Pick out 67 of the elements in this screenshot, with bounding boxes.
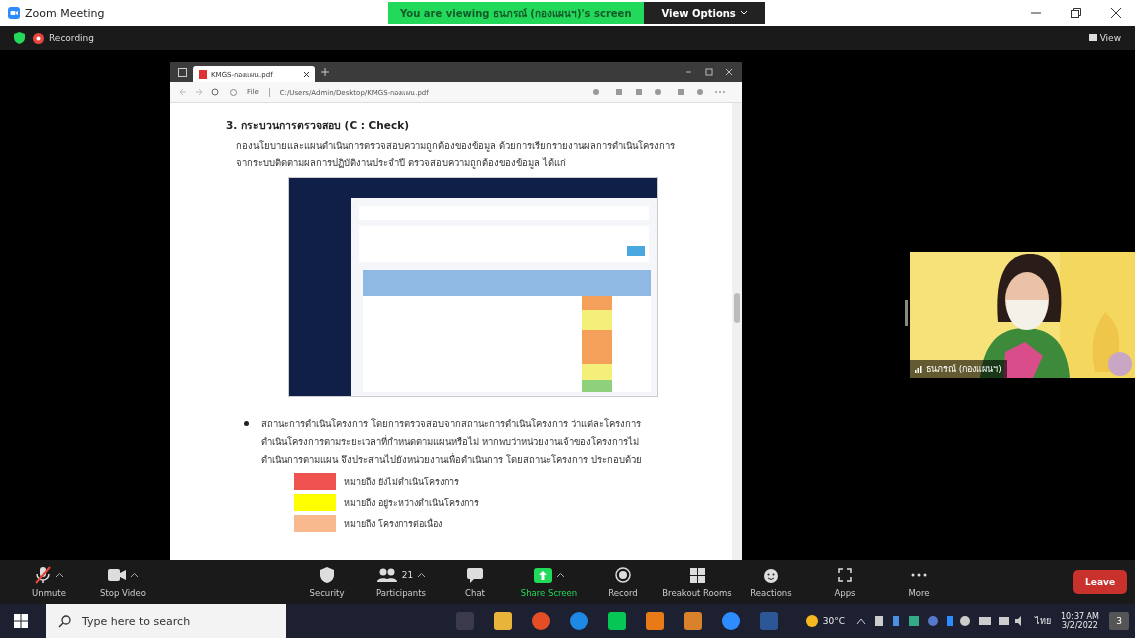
- section-heading: 3. กระบวนการตรวจสอบ (C : Check): [226, 118, 410, 133]
- shield-icon[interactable]: [14, 32, 25, 44]
- name-label-background: ธนภรณ์ (กองแผนฯ): [910, 360, 1007, 378]
- bullet-icon: [244, 421, 249, 426]
- people-icon: [376, 568, 397, 582]
- toolbar-button[interactable]: Unmute: [12, 566, 86, 598]
- recording-label: Recording: [49, 33, 94, 43]
- search-icon: [58, 615, 71, 628]
- shield-icon: [320, 567, 334, 583]
- caret-icon[interactable]: [131, 573, 138, 577]
- search-field[interactable]: Type here to search: [46, 604, 286, 638]
- caret-icon[interactable]: [418, 573, 426, 577]
- toolbar-button[interactable]: Reactions: [734, 566, 808, 598]
- taskbar-app-icon[interactable]: [570, 612, 588, 630]
- apps-icon: [838, 568, 852, 582]
- caret-icon[interactable]: [557, 573, 564, 577]
- input-language[interactable]: ไทย: [1035, 614, 1051, 628]
- caret-icon: [740, 11, 747, 15]
- navigation-icons[interactable]: [180, 88, 220, 96]
- toolbar-button[interactable]: 21 Participants: [364, 566, 438, 598]
- taskbar-app-icon[interactable]: [722, 612, 740, 630]
- clock[interactable]: 10:37 AM 3/2/2022: [1061, 612, 1099, 630]
- toolbar-button[interactable]: Chat: [438, 566, 512, 598]
- close-icon[interactable]: [304, 71, 309, 77]
- leave-button[interactable]: Leave: [1073, 570, 1127, 594]
- bullet-text-line: สถานะการดำเนินโครงการ โดยการตรวจสอบจากสถานะการดำเนินโครงการ ว่าแต่ละโครงการ: [261, 417, 643, 431]
- legend-label: หมายถึง โครงการต่อเนื่อง: [344, 517, 442, 531]
- close-icon[interactable]: [1111, 8, 1121, 18]
- view-button[interactable]: View: [1082, 32, 1127, 44]
- window-title: Zoom Meeting: [25, 6, 105, 20]
- smiley-icon: [763, 567, 779, 583]
- bullet-text-line: ดำเนินโครงการตามระยะเวลาที่กำหนดตามแผนหรือไม่ หากพบว่าหน่วยงานเจ้าของโครงการไม่: [261, 434, 641, 449]
- viewing-banner: You are viewing ธนภรณ์ (กองแผนฯ)'s screen: [388, 2, 644, 24]
- plus-icon[interactable]: [321, 68, 329, 76]
- toolbar-button[interactable]: More: [882, 566, 956, 598]
- more-icon: [911, 573, 927, 577]
- bullet-text-line: ดำเนินการตามแผน จึงประสานไปยังหน่วยงานเพื่อดำเนินการ โดยสถานะโครงการ ประกอบด้วย: [261, 452, 643, 467]
- pdf-icon: [199, 69, 207, 79]
- signal-icon: [915, 365, 922, 373]
- share-screen-icon: [534, 567, 552, 583]
- tab-actions-icon[interactable]: [178, 67, 187, 77]
- paragraph-line: จากระบบติดตามผลการปฏิบัติงานประจำปี ตรวจสอบความถูกต้องของข้อมูล ได้แก่: [235, 156, 568, 171]
- paragraph-line: กองนโยบายและแผนดำเนินการตรวจสอบความถูกต้องของข้อมูล ด้วยการเรียกรายงานผลการดำเนินโครงการ: [235, 139, 677, 154]
- windows-start-icon[interactable]: [14, 614, 28, 628]
- toolbar-button[interactable]: Stop Video: [86, 566, 160, 598]
- taskbar-app-icon[interactable]: [532, 612, 550, 630]
- toolbar-button[interactable]: Share Screen: [512, 566, 586, 598]
- caret-icon[interactable]: [56, 573, 63, 577]
- browser-window-controls-icon[interactable]: [684, 68, 734, 76]
- zoom-logo-icon: [8, 7, 20, 19]
- notification-button[interactable]: 3: [1109, 612, 1129, 630]
- toolbar-button[interactable]: Breakout Rooms: [660, 566, 734, 598]
- weather-temperature[interactable]: 30°C: [822, 616, 845, 626]
- weather-icon[interactable]: [804, 614, 819, 628]
- toolbar-button[interactable]: Security: [290, 566, 364, 598]
- legend-label: หมายถึง อยู่ระหว่างดำเนินโครงการ: [344, 496, 479, 510]
- info-icon: [230, 88, 237, 96]
- chat-icon: [467, 567, 483, 583]
- toolbar-button[interactable]: Record: [586, 566, 660, 598]
- scrollbar-thumb[interactable]: [734, 293, 740, 323]
- record-icon: [615, 567, 631, 583]
- restore-icon[interactable]: [1071, 8, 1081, 18]
- legend-label: หมายถึง ยังไม่ดำเนินโครงการ: [344, 475, 459, 489]
- view-options-button[interactable]: View Options: [643, 2, 765, 24]
- toolbar-button[interactable]: Apps: [808, 566, 882, 598]
- video-camera-icon: [108, 569, 126, 581]
- drag-handle[interactable]: [905, 300, 908, 326]
